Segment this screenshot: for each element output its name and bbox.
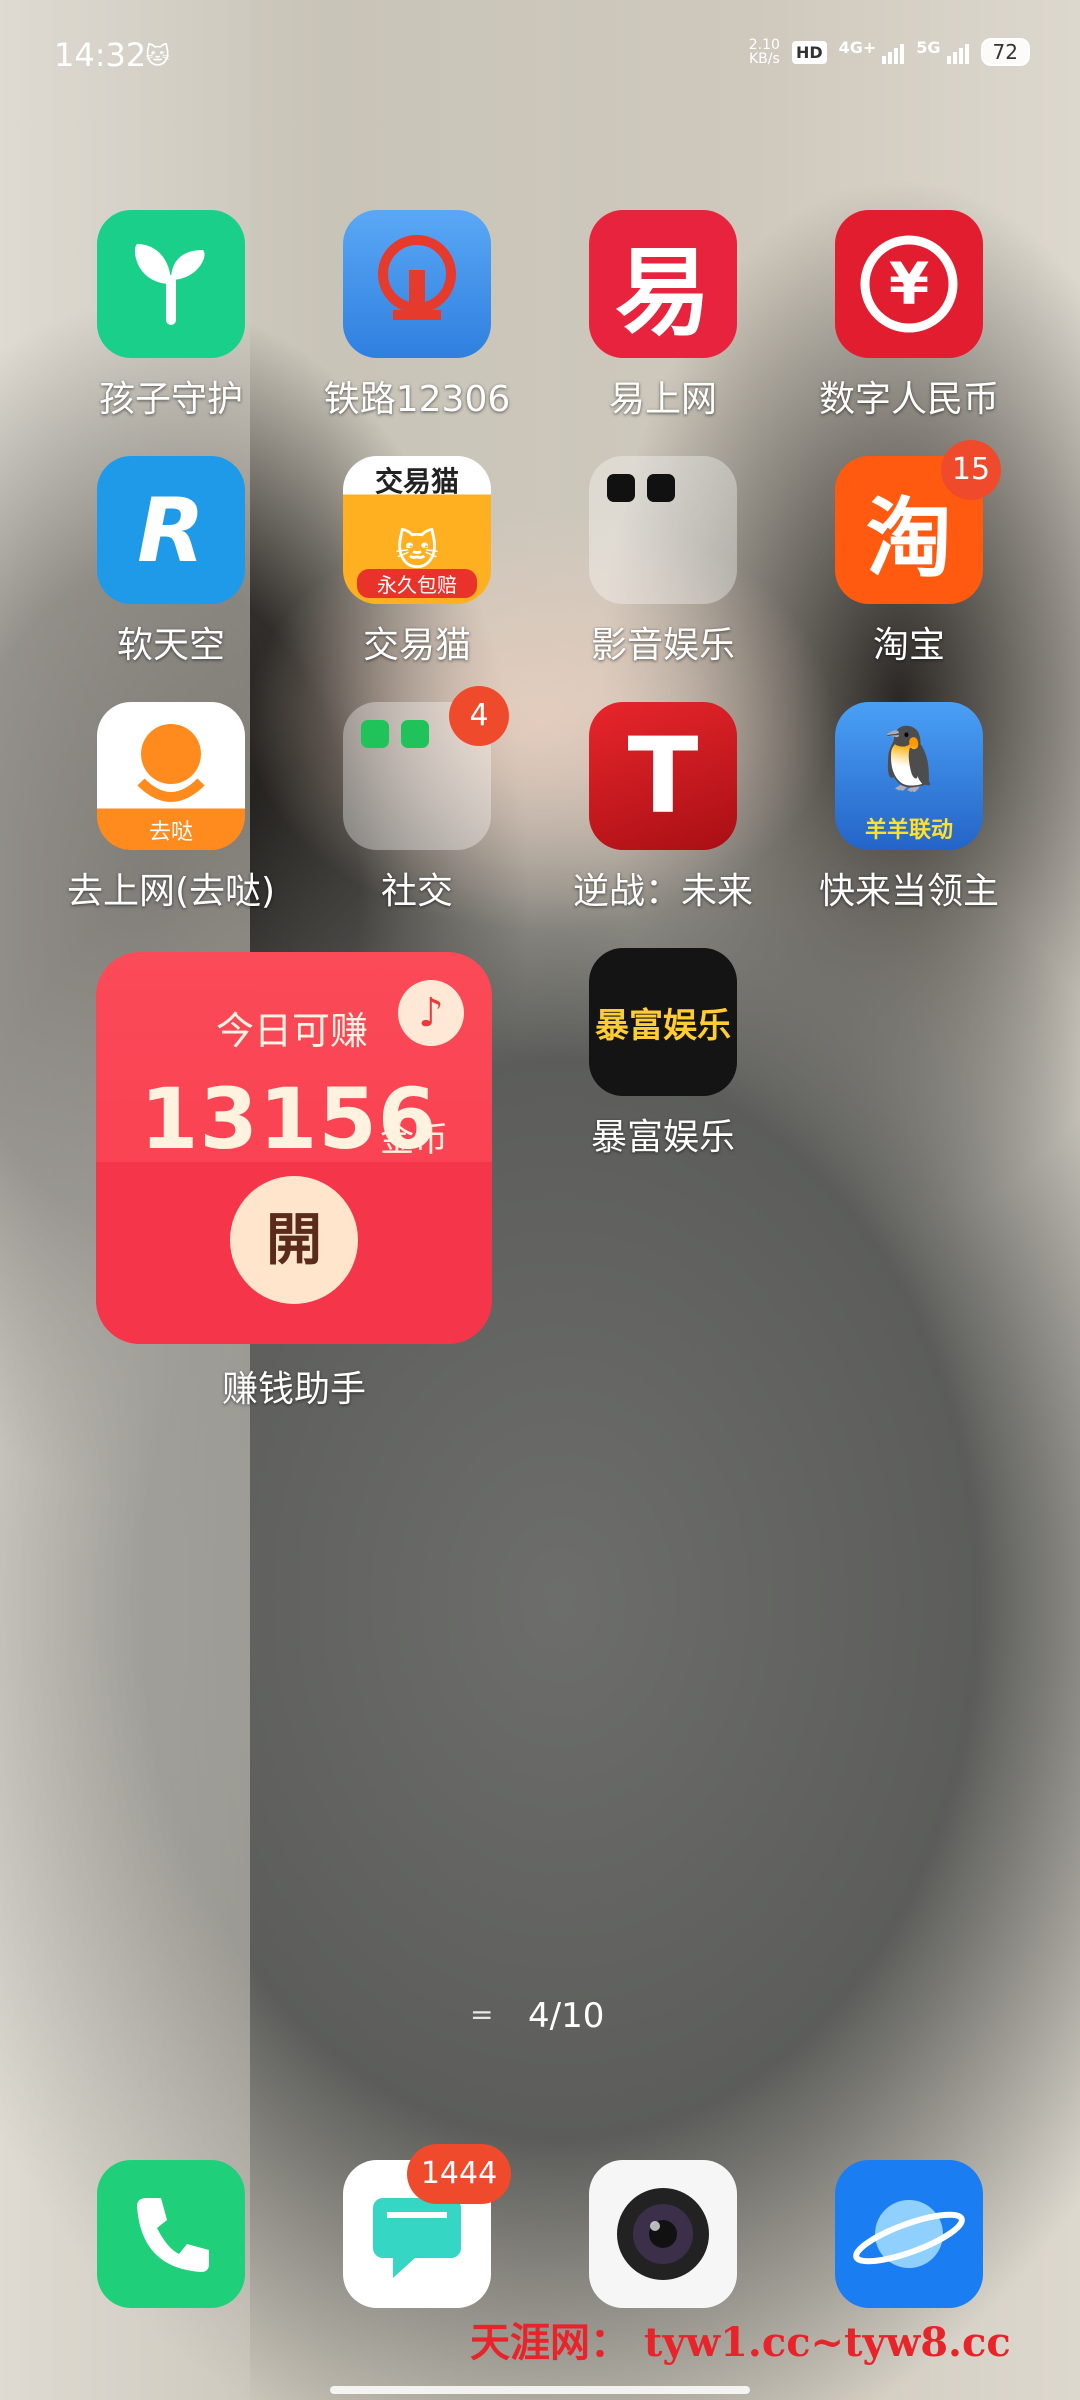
cat-title: 交易猫 [374,465,459,498]
status-bar: 14:32 🐱 2.10 KB/s HD 4G+ 5G 72 [0,0,1080,120]
wechat-mini-icon [401,720,429,748]
badge: 4 [449,686,509,746]
tiktok-icon: ♪ [398,980,464,1046]
app-label: 铁路12306 [323,379,511,420]
badge: 1444 [407,2144,511,2204]
folder-icon: 4 [343,686,509,850]
notification-cat-icon: 🐱 [145,42,171,70]
folder-icon [589,456,737,604]
tiktok-mini-icon [607,474,635,502]
app-nizhan[interactable]: T 逆战：未来 [540,702,786,914]
game-t-glyph: T [627,715,699,837]
yuan-glyph: ¥ [888,250,930,318]
app-jiaoyimao[interactable]: 交易猫 🐱 永久包赔 交易猫 [294,456,540,668]
penguin-icon: 🐧 羊羊联动 [835,702,983,850]
app-label: 社交 [380,871,453,912]
page-number: 4/10 [528,1996,605,2036]
planet-icon [835,2160,983,2308]
baofu-icon: 暴富娱乐 [589,948,737,1096]
yi-glyph: 易 [615,236,711,349]
app-folder-social[interactable]: 4 社交 [294,686,540,914]
sprout-icon [97,210,245,358]
tiktok-mini-icon [647,474,675,502]
widget-title: 今日可赚 [216,1009,369,1053]
dock-phone[interactable] [48,2160,294,2308]
app-taobao[interactable]: 淘 15 淘宝 [786,440,1032,668]
net-type-1: 4G+ [838,38,877,57]
battery-icon: 72 [980,38,1030,66]
r-icon: R [97,456,245,604]
app-quda[interactable]: 去哒 去上网(去哒) [48,702,294,914]
yuan-icon: ¥ [835,210,983,358]
app-label: 易上网 [608,379,717,420]
app-child-guard[interactable]: 孩子守护 [48,210,294,422]
app-label: 淘宝 [872,625,945,666]
widget-unit: 金币 [380,1120,448,1160]
taobao-icon: 淘 15 [835,440,1001,604]
cat-sub: 永久包赔 [357,569,477,598]
app-digital-rmb[interactable]: ¥ 数字人民币 [786,210,1032,422]
net-speed-unit: KB/s [748,51,780,67]
app-label: 影音娱乐 [590,625,735,666]
message-icon: 1444 [343,2144,511,2308]
page-menu-icon: = [470,1998,494,2031]
lingzhu-sub: 羊羊联动 [864,818,953,843]
open-button[interactable]: 開 [230,1176,358,1304]
app-yishangwang[interactable]: 易 易上网 [540,210,786,422]
quda-sub: 去哒 [148,820,193,845]
camera-icon [589,2160,737,2308]
app-label: 逆战：未来 [572,871,753,912]
app-label: 软天空 [116,625,225,666]
game-t-icon: T [589,702,737,850]
app-folder-media[interactable]: 影音娱乐 [540,456,786,668]
r-glyph: R [137,478,205,582]
badge: 15 [941,440,1001,500]
app-ruantiankong[interactable]: R 软天空 [48,456,294,668]
signal-icon-2 [946,40,969,64]
wechat-mini-icon [361,720,389,748]
status-right: 2.10 KB/s HD 4G+ 5G 72 [749,38,1030,66]
railway-icon [343,210,491,358]
phone-icon [97,2160,245,2308]
net-type-2: 5G [916,38,941,57]
app-label: 暴富娱乐 [590,1117,735,1158]
quda-icon: 去哒 [97,702,245,850]
net-speed: 2.10 KB/s [749,38,780,66]
baofu-glyph: 暴富娱乐 [595,1005,731,1046]
penguin-face-icon: 🐧 [870,722,948,795]
status-time: 14:32 [54,36,147,74]
app-label: 交易猫 [362,625,471,666]
net-speed-value: 2.10 [748,37,780,53]
dock-messages[interactable]: 1444 [294,2144,540,2308]
app-label: 数字人民币 [818,379,999,420]
watermark: 天涯网： tyw1.cc~tyw8.cc [470,2319,1011,2366]
yi-icon: 易 [589,210,737,358]
app-lingzhu[interactable]: 🐧 羊羊联动 快来当领主 [786,702,1032,914]
cat-icon: 交易猫 🐱 永久包赔 [343,456,491,604]
app-label: 孩子守护 [98,379,243,420]
app-railway-12306[interactable]: 铁路12306 [294,210,540,422]
widget-label: 赚钱助手 [221,1369,366,1410]
home-indicator[interactable] [330,2386,750,2394]
app-label: 快来当领主 [818,871,999,912]
earn-widget[interactable]: 今日可赚 ♪ 13156 金币 開 [96,952,492,1344]
hd-icon: HD [791,40,827,64]
app-label: 去上网(去哒) [66,871,276,912]
dock-browser[interactable] [786,2160,1032,2308]
dock-camera[interactable] [540,2160,786,2308]
signal-icon-1 [882,40,905,64]
cat-face-icon: 🐱 [395,526,439,575]
app-baofu[interactable]: 暴富娱乐 暴富娱乐 [540,948,786,1160]
